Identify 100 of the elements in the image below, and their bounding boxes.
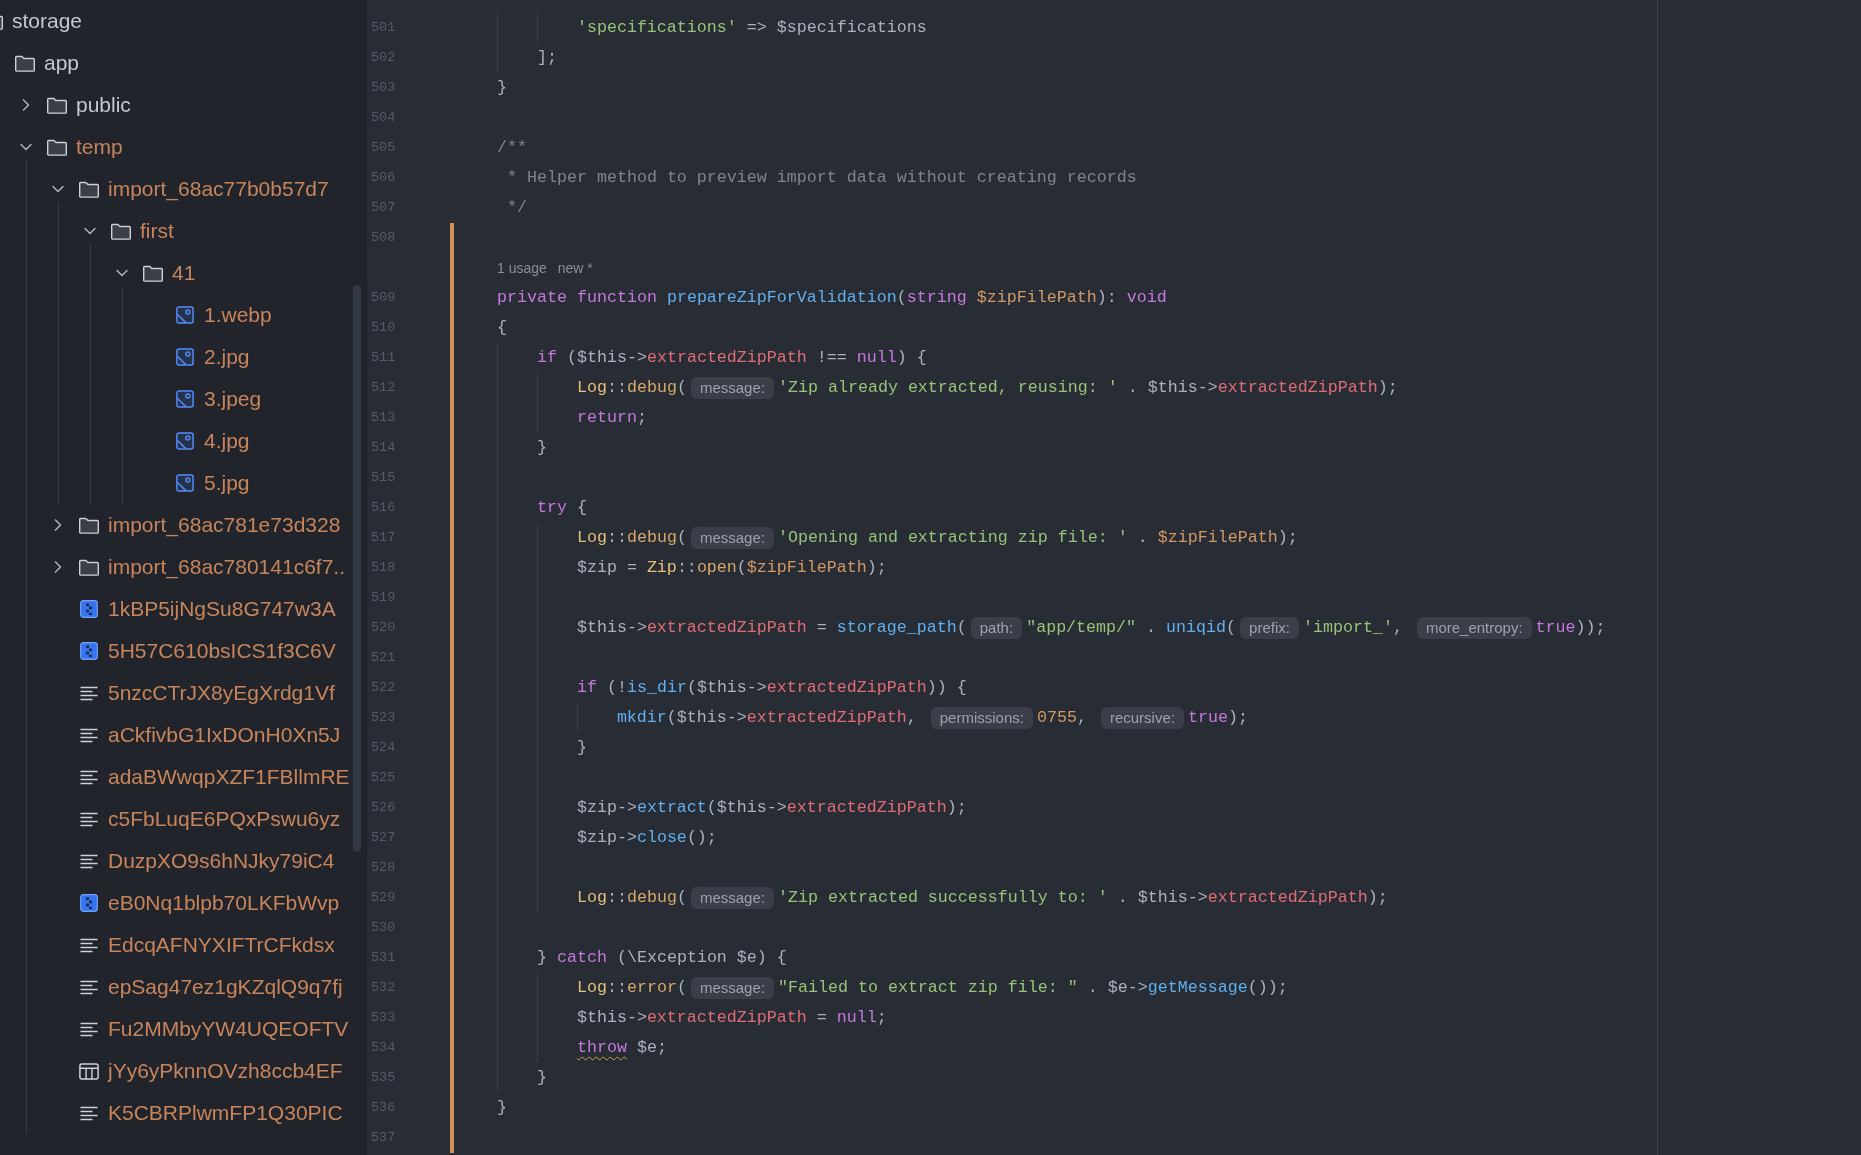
change-marker[interactable] [450,1033,454,1063]
folder-icon [46,138,68,156]
folder-name[interactable]: first [140,218,174,244]
code-text: $this->extractedZipPath = storage_path( [576,617,967,639]
file-name[interactable]: 3.jpeg [204,386,262,412]
code-text: } [496,1097,507,1119]
folder-name[interactable]: public [76,92,131,118]
folder-name[interactable]: storage [12,8,83,34]
change-marker[interactable] [450,673,454,703]
code-text: ]; [536,47,557,69]
folder-icon [46,96,68,114]
code-text: private function prepareZipForValidation(string $zipFilePath): void [496,287,1167,309]
change-marker[interactable] [450,583,454,613]
image-file-icon [176,306,194,324]
text-file-icon [80,853,98,869]
folder-name[interactable]: 41 [172,260,196,286]
file-name[interactable]: EdcqAFNYXIFTrCFkdsx [108,932,335,958]
code-text: 'import_', [1302,617,1403,639]
file-name[interactable]: 2.jpg [204,344,250,370]
code-text: "app/temp/" . uniqid( [1026,617,1237,639]
parameter-hint: message: [690,887,774,909]
text-file-icon [80,937,98,953]
change-marker[interactable] [450,553,454,583]
code-text: Log::debug( [576,887,687,909]
change-marker[interactable] [450,643,454,673]
code-text: } catch (\Exception $e) { [536,947,787,969]
folder-icon [78,180,100,198]
change-marker[interactable] [450,853,454,883]
file-name[interactable]: 5H57C610bsICS1f3C6V [108,638,336,664]
file-name[interactable]: 5nzcCTrJX8yEgXrdg1Vf [108,680,335,706]
archive-file-icon [80,642,98,660]
change-marker[interactable] [450,943,454,973]
file-name[interactable]: 5.jpg [204,470,250,496]
folder-icon [78,558,100,576]
file-name[interactable]: DuzpXO9s6hNJky79iC4 [108,848,335,874]
change-marker[interactable] [450,1123,454,1153]
folder-name[interactable]: import_68ac77b0b57d7 [108,176,329,202]
folder-name[interactable]: import_68ac780141c6f7.. [108,554,345,580]
text-file-icon [80,1021,98,1037]
change-marker[interactable] [450,733,454,763]
change-marker[interactable] [450,253,454,313]
folder-name[interactable]: app [44,50,80,76]
parameter-hint: path: [970,617,1023,639]
text-file-icon [80,979,98,995]
code-text: } [576,737,587,759]
code-text: $zip->close(); [576,827,717,849]
usages-link[interactable]: 1 usage [496,259,547,277]
change-marker[interactable] [450,973,454,1003]
change-marker[interactable] [450,1093,454,1123]
code-text: } [496,77,507,99]
code-text: } [536,1067,547,1089]
code-text: Log::debug( [576,527,687,549]
change-marker[interactable] [450,433,454,463]
file-name[interactable]: 1.webp [204,302,272,328]
code-text: $zip = Zip::open($zipFilePath); [576,557,887,579]
file-name[interactable]: adaBWwqpXZF1FBllmRE [108,764,350,790]
image-file-icon [176,348,194,366]
code-text: 'Opening and extracting zip file: ' . $zipFilePath); [777,527,1298,549]
code-text: 'Zip extracted successfully to: ' . $this->extractedZipPath); [777,887,1388,909]
change-marker[interactable] [450,763,454,793]
file-name[interactable]: epSag47ez1gKZqlQ9q7fj [108,974,343,1000]
change-marker[interactable] [450,613,454,643]
change-marker[interactable] [450,1003,454,1033]
file-name[interactable]: jYy6yPknnOVzh8ccb4EF [108,1058,343,1084]
change-marker[interactable] [450,493,454,523]
file-name[interactable]: K5CBRPlwmFP1Q30PIC [108,1100,343,1126]
file-name[interactable]: c5FbLuqE6PQxPswu6yz [108,806,341,832]
change-marker[interactable] [450,1063,454,1093]
change-marker[interactable] [450,343,454,373]
code-text: { [496,317,507,339]
file-name[interactable]: aCkfivbG1IxDOnH0Xn5J [108,722,341,748]
change-marker[interactable] [450,313,454,343]
code-text: mkdir($this->extractedZipPath, [616,707,917,729]
code-text: return; [576,407,647,429]
change-marker[interactable] [450,703,454,733]
parameter-hint: recursive: [1100,707,1184,729]
image-file-icon [176,474,194,492]
code-text: throw $e; [576,1037,667,1059]
file-name[interactable]: 4.jpg [204,428,250,454]
archive-file-icon [80,600,98,618]
file-name[interactable]: 1kBP5ijNgSu8G747w3A [108,596,336,622]
change-marker[interactable] [450,403,454,433]
scrollbar-thumb[interactable] [353,285,361,852]
code-text: Log::debug( [576,377,687,399]
change-marker[interactable] [450,913,454,943]
folder-icon [78,516,100,534]
change-marker[interactable] [450,373,454,403]
change-marker[interactable] [450,463,454,493]
code-text: "Failed to extract zip file: " . $e->getMessage()); [777,977,1288,999]
file-name[interactable]: eB0Nq1blpb70LKFbWvp [108,890,340,916]
folder-name[interactable]: import_68ac781e73d328 [108,512,341,538]
change-marker[interactable] [450,883,454,913]
change-marker[interactable] [450,223,454,253]
change-marker[interactable] [450,823,454,853]
parameter-hint: message: [690,527,774,549]
change-marker[interactable] [450,523,454,553]
change-marker[interactable] [450,793,454,823]
code-text: true); [1187,707,1248,729]
folder-name[interactable]: temp [76,134,123,160]
file-name[interactable]: Fu2MMbyYW4UQEOFTV [108,1016,349,1042]
